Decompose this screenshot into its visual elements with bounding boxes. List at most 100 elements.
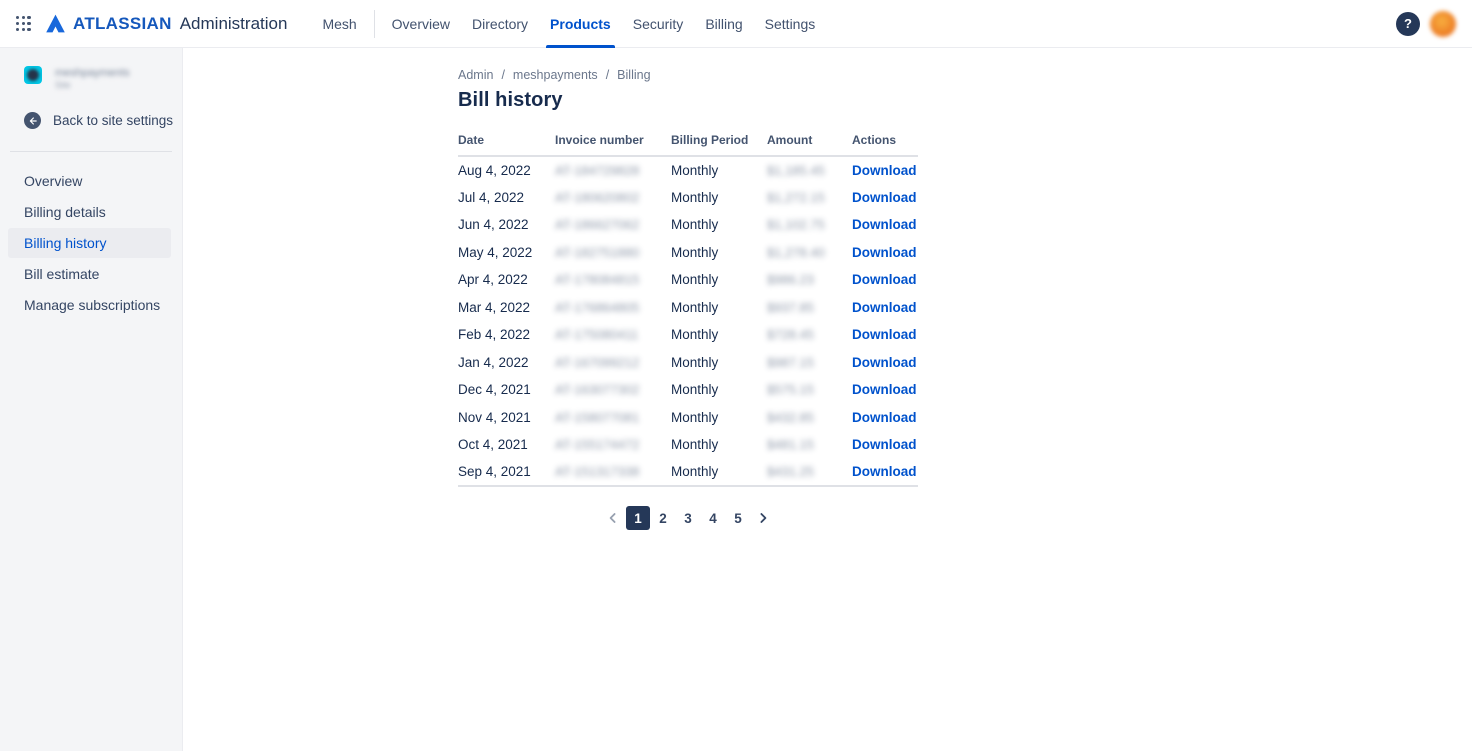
chevron-left-icon (606, 511, 620, 525)
table-row: Jun 4, 2022 AT-186627062 Monthly $1,102.… (458, 211, 918, 239)
bill-date: Mar 4, 2022 (458, 294, 555, 322)
pagination-prev-button[interactable] (601, 506, 625, 530)
sidebar-item[interactable]: Overview (8, 166, 171, 196)
bill-amount-redacted: $431.25 (767, 459, 852, 487)
invoice-number-redacted: AT-158077081 (555, 404, 671, 432)
bill-date: Apr 4, 2022 (458, 266, 555, 294)
table-row: Jan 4, 2022 AT-167099212 Monthly $987.15… (458, 349, 918, 377)
bill-date: Aug 4, 2022 (458, 156, 555, 184)
bill-amount-redacted: $937.85 (767, 294, 852, 322)
table-row: Feb 4, 2022 AT-175080411 Monthly $728.45… (458, 321, 918, 349)
bill-date: Jul 4, 2022 (458, 184, 555, 212)
breadcrumb-item[interactable]: meshpayments (513, 68, 617, 82)
bill-date: Jan 4, 2022 (458, 349, 555, 377)
sidebar: meshpayments Site Back to site settings … (0, 48, 183, 751)
billing-period: Monthly (671, 321, 767, 349)
arrow-left-icon (24, 112, 41, 129)
column-header: Invoice number (555, 133, 671, 156)
top-nav-item[interactable]: Mesh (311, 0, 367, 48)
bill-amount-redacted: $481.15 (767, 431, 852, 459)
pagination-page-button[interactable]: 3 (676, 506, 700, 530)
download-link[interactable]: Download (852, 464, 917, 479)
site-subtitle-blurred: Site (55, 80, 130, 90)
bill-amount-redacted: $728.45 (767, 321, 852, 349)
invoice-number-redacted: AT-184729828 (555, 156, 671, 184)
product-name: Administration (180, 14, 288, 34)
chevron-right-icon (756, 511, 770, 525)
top-nav-item[interactable]: Directory (461, 0, 539, 48)
atlassian-logo[interactable]: ATLASSIAN Administration (45, 13, 287, 34)
invoice-number-redacted: AT-151317338 (555, 459, 671, 487)
bill-amount-redacted: $986.23 (767, 266, 852, 294)
top-nav-item[interactable]: Billing (694, 0, 753, 48)
back-to-site-settings-button[interactable]: Back to site settings (0, 112, 182, 129)
billing-period: Monthly (671, 239, 767, 267)
download-link[interactable]: Download (852, 163, 917, 178)
billing-period: Monthly (671, 459, 767, 487)
site-card: meshpayments Site (0, 66, 182, 90)
column-header: Date (458, 133, 555, 156)
brand-wordmark: ATLASSIAN (73, 14, 172, 34)
table-row: Dec 4, 2021 AT-163077302 Monthly $575.15… (458, 376, 918, 404)
invoice-number-redacted: AT-178084815 (555, 266, 671, 294)
breadcrumb-item[interactable]: Billing (617, 68, 650, 82)
column-header: Billing Period (671, 133, 767, 156)
top-nav-item[interactable]: Products (539, 0, 622, 48)
invoice-number-redacted: AT-167099212 (555, 349, 671, 377)
pagination-next-button[interactable] (751, 506, 775, 530)
app-switcher-icon[interactable] (16, 16, 31, 31)
download-link[interactable]: Download (852, 245, 917, 260)
bill-date: Feb 4, 2022 (458, 321, 555, 349)
top-nav-item[interactable]: Overview (381, 0, 461, 48)
billing-period: Monthly (671, 184, 767, 212)
invoice-number-redacted: AT-175080411 (555, 321, 671, 349)
user-avatar[interactable] (1430, 11, 1456, 37)
bill-date: Jun 4, 2022 (458, 211, 555, 239)
download-link[interactable]: Download (852, 327, 917, 342)
pagination-page-button[interactable]: 2 (651, 506, 675, 530)
download-link[interactable]: Download (852, 410, 917, 425)
billing-period: Monthly (671, 266, 767, 294)
bill-amount-redacted: $575.15 (767, 376, 852, 404)
table-row: Aug 4, 2022 AT-184729828 Monthly $1,185.… (458, 156, 918, 184)
pagination-page-button[interactable]: 4 (701, 506, 725, 530)
download-link[interactable]: Download (852, 382, 917, 397)
download-link[interactable]: Download (852, 437, 917, 452)
page-title: Bill history (458, 89, 1472, 112)
bill-amount-redacted: $1,185.45 (767, 156, 852, 184)
pagination-page-button[interactable]: 1 (626, 506, 650, 530)
main-content: AdminmeshpaymentsBilling Bill history Da… (183, 48, 1472, 751)
atlassian-mark-icon (45, 13, 66, 34)
billing-period: Monthly (671, 349, 767, 377)
table-row: Sep 4, 2021 AT-151317338 Monthly $431.25… (458, 459, 918, 487)
invoice-number-redacted: AT-163077302 (555, 376, 671, 404)
download-link[interactable]: Download (852, 272, 917, 287)
bill-amount-redacted: $1,102.75 (767, 211, 852, 239)
invoice-number-redacted: AT-182751880 (555, 239, 671, 267)
breadcrumb-item[interactable]: Admin (458, 68, 513, 82)
site-icon (24, 66, 42, 84)
help-icon[interactable]: ? (1396, 12, 1420, 36)
billing-period: Monthly (671, 294, 767, 322)
billing-period: Monthly (671, 156, 767, 184)
download-link[interactable]: Download (852, 190, 917, 205)
sidebar-item[interactable]: Bill estimate (8, 259, 171, 289)
download-link[interactable]: Download (852, 300, 917, 315)
pagination-page-button[interactable]: 5 (726, 506, 750, 530)
sidebar-item[interactable]: Manage subscriptions (8, 290, 171, 320)
sidebar-item[interactable]: Billing details (8, 197, 171, 227)
sidebar-item[interactable]: Billing history (8, 228, 171, 258)
breadcrumb: AdminmeshpaymentsBilling (458, 68, 1472, 82)
column-header: Actions (852, 133, 918, 156)
table-row: May 4, 2022 AT-182751880 Monthly $1,278.… (458, 239, 918, 267)
column-header: Amount (767, 133, 852, 156)
sidebar-nav: OverviewBilling detailsBilling historyBi… (0, 166, 182, 321)
site-name-blurred: meshpayments (55, 66, 130, 80)
billing-period: Monthly (671, 431, 767, 459)
bill-amount-redacted: $987.15 (767, 349, 852, 377)
top-nav-item[interactable]: Settings (754, 0, 827, 48)
top-nav: Mesh OverviewDirectoryProductsSecurityBil… (311, 0, 826, 48)
download-link[interactable]: Download (852, 217, 917, 232)
download-link[interactable]: Download (852, 355, 917, 370)
top-nav-item[interactable]: Security (622, 0, 695, 48)
